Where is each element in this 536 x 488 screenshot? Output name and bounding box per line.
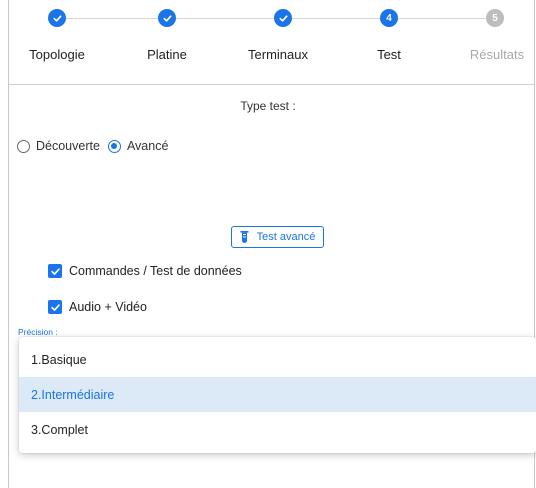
checkbox-row-audio-video[interactable]: Audio + Vidéo (48, 300, 147, 314)
radio-avance[interactable] (107, 139, 121, 153)
precision-option-intermediaire[interactable]: 2.Intermédiaire (19, 377, 536, 412)
checkbox-row-commandes[interactable]: Commandes / Test de données (48, 264, 242, 278)
step-1-check-icon[interactable] (48, 9, 66, 27)
checkbox-commandes[interactable] (48, 264, 62, 278)
step-4-number[interactable]: 4 (380, 9, 398, 27)
step-2-check-icon[interactable] (158, 9, 176, 27)
checkmark-icon (50, 303, 60, 311)
checkbox-commandes-label[interactable]: Commandes / Test de données (69, 264, 242, 278)
type-test-label: Type test : (240, 99, 296, 113)
step-connector (66, 18, 158, 19)
step-label-platine[interactable]: Platine (147, 47, 187, 62)
step-label-terminaux[interactable]: Terminaux (248, 47, 308, 62)
stepper: 4 5 Topologie Platine Terminaux Test Rés… (0, 0, 536, 72)
step-label-topologie[interactable]: Topologie (29, 47, 85, 62)
checkbox-audio-video-label[interactable]: Audio + Vidéo (69, 300, 147, 314)
step-5-number: 5 (486, 9, 504, 27)
step-connector (398, 18, 486, 19)
test-avance-label: Test avancé (256, 231, 316, 243)
step-3-check-icon[interactable] (274, 9, 292, 27)
precision-option-basique[interactable]: 1.Basique (19, 342, 536, 377)
test-avance-button[interactable]: Test avancé (231, 226, 324, 248)
step-connector (292, 18, 380, 19)
precision-dropdown-menu: 1.Basique 2.Intermédiaire 3.Complet (19, 337, 536, 453)
radio-decouverte[interactable] (17, 139, 30, 153)
radio-decouverte-label[interactable]: Découverte (36, 139, 100, 153)
checkmark-icon (50, 267, 60, 275)
checkbox-audio-video[interactable] (48, 300, 62, 314)
type-test-radio-group: Découverte Avancé (17, 139, 176, 153)
precision-option-complet[interactable]: 3.Complet (19, 412, 536, 447)
radio-avance-label[interactable]: Avancé (127, 139, 168, 153)
step-label-resultats: Résultats (469, 47, 525, 62)
test-tube-icon (240, 231, 249, 243)
step-connector (176, 18, 274, 19)
header-divider (9, 84, 535, 85)
precision-label: Précision : (18, 327, 58, 337)
step-label-test[interactable]: Test (377, 47, 401, 62)
